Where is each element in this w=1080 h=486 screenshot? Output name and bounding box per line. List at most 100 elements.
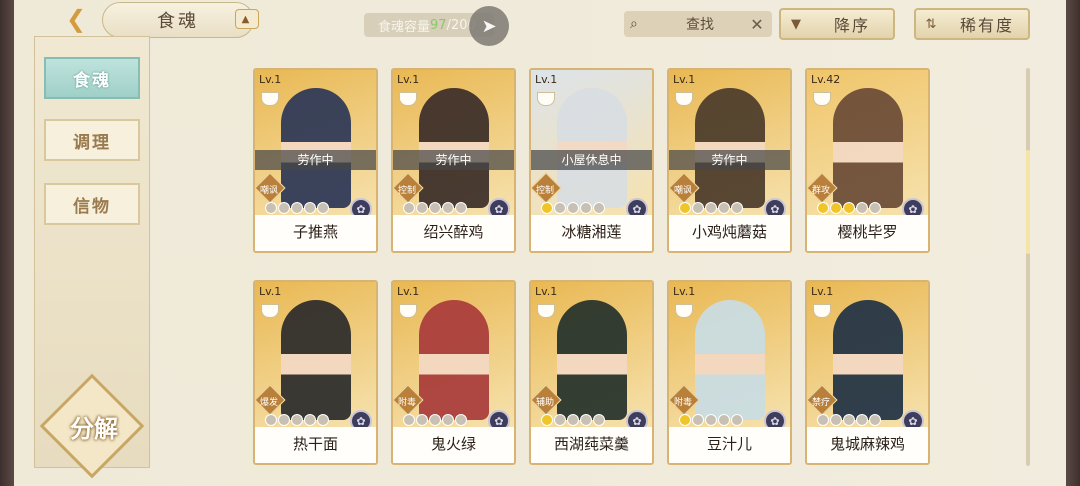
star-icon [593,414,605,426]
character-card[interactable]: Lv.1 附毒 ✿ 鬼火绿 [391,280,516,465]
character-portrait [833,88,903,208]
star-icon [679,202,691,214]
star-icon [567,202,579,214]
star-icon [317,414,329,426]
star-rating [817,414,881,426]
star-icon [304,414,316,426]
top-bar: ❮ 食魂 ▲ 食魂容量 97 /200 ➤ ⌕ 查找 ✕ ▼ 降序 ⇅ 稀有度 [14,0,1066,46]
role-label: 嘲讽 [673,186,692,196]
star-icon [679,414,691,426]
star-rating [403,202,467,214]
scrollbar-thumb[interactable] [1026,150,1030,254]
star-rating [817,202,881,214]
page-title: 食魂 ▲ [102,2,259,38]
character-card[interactable]: Lv.1 辅助 ✿ 西湖莼菜羹 [529,280,654,465]
star-rating [541,414,605,426]
tab-label: 调理 [73,132,111,153]
star-icon [869,202,881,214]
role-label: 附毒 [673,398,692,408]
character-portrait [833,300,903,420]
bowl-icon [675,304,693,318]
star-icon [856,202,868,214]
character-grid: Lv.1 劳作中 嘲讽 ✿ 子推燕 Lv.1 劳作中 控制 ✿ 绍兴醉鸡 Lv.1 小屋休息中 控制 ✿ 冰… [253,68,933,468]
star-rating [679,414,743,426]
level-label: Lv.1 [811,285,834,298]
character-portrait [557,300,627,420]
status-banner: 劳作中 [393,150,514,170]
character-card[interactable]: Lv.1 禁疗 ✿ 鬼城麻辣鸡 [805,280,930,465]
character-name: 小鸡炖蘑菇 [669,215,790,251]
star-icon [567,414,579,426]
sort-order-button[interactable]: ▼ 降序 [779,8,895,40]
swap-icon: ⇅ [925,16,937,32]
star-icon [541,414,553,426]
clear-icon[interactable]: ✕ [748,15,766,34]
character-name: 冰糖湘莲 [531,215,652,251]
character-card[interactable]: Lv.1 附毒 ✿ 豆汁儿 [667,280,792,465]
character-name: 樱桃毕罗 [807,215,928,251]
character-card[interactable]: Lv.1 爆发 ✿ 热干面 [253,280,378,465]
star-icon [278,414,290,426]
capacity-label: 食魂容量 [378,19,431,35]
tab-tokens[interactable]: 信物 [44,183,140,225]
character-portrait [419,300,489,420]
bowl-icon [813,92,831,106]
star-icon [718,202,730,214]
hat-icon[interactable]: ▲ [235,9,259,29]
star-icon [317,202,329,214]
sort-rarity-label: 稀有度 [959,16,1014,35]
star-icon [442,202,454,214]
star-icon [442,414,454,426]
character-portrait [419,88,489,208]
character-portrait [557,88,627,208]
level-label: Lv.1 [673,285,696,298]
character-name: 西湖莼菜羹 [531,427,652,463]
star-icon [580,414,592,426]
star-icon [416,202,428,214]
tab-conditioning[interactable]: 调理 [44,119,140,161]
level-label: Lv.1 [673,73,696,86]
star-icon [692,202,704,214]
back-button[interactable]: ❮ [54,4,98,34]
tab-label: 食魂 [73,70,111,91]
tab-food-souls[interactable]: 食魂 [44,57,140,99]
star-icon [291,202,303,214]
star-icon [304,202,316,214]
chevron-left-icon: ❮ [65,5,87,33]
star-icon [541,202,553,214]
character-card[interactable]: Lv.1 劳作中 控制 ✿ 绍兴醉鸡 [391,68,516,253]
share-button[interactable]: ➤ [469,6,509,46]
level-label: Lv.1 [397,73,420,86]
star-icon [403,414,415,426]
sort-rarity-button[interactable]: ⇅ 稀有度 [914,8,1030,40]
character-name: 豆汁儿 [669,427,790,463]
role-label: 嘲讽 [259,186,278,196]
character-card[interactable]: Lv.1 小屋休息中 控制 ✿ 冰糖湘莲 [529,68,654,253]
star-icon [817,202,829,214]
star-icon [455,414,467,426]
character-card[interactable]: Lv.42 群攻 ✿ 樱桃毕罗 [805,68,930,253]
star-rating [265,414,329,426]
search-field[interactable]: ⌕ 查找 ✕ [624,11,772,37]
status-banner: 劳作中 [669,150,790,170]
bowl-icon [537,92,555,106]
character-portrait [281,88,351,208]
star-icon [705,202,717,214]
star-rating [403,414,467,426]
star-icon [731,414,743,426]
triangle-down-icon: ▼ [791,16,801,32]
level-label: Lv.1 [397,285,420,298]
star-rating [679,202,743,214]
character-card[interactable]: Lv.1 劳作中 嘲讽 ✿ 子推燕 [253,68,378,253]
character-card[interactable]: Lv.1 劳作中 嘲讽 ✿ 小鸡炖蘑菇 [667,68,792,253]
role-label: 控制 [397,186,416,196]
bowl-icon [261,304,279,318]
scrollbar[interactable] [1026,68,1030,466]
level-label: Lv.1 [259,73,282,86]
character-portrait [281,300,351,420]
search-icon: ⌕ [630,16,638,32]
star-icon [718,414,730,426]
bowl-icon [675,92,693,106]
role-label: 禁疗 [811,398,830,408]
star-icon [692,414,704,426]
